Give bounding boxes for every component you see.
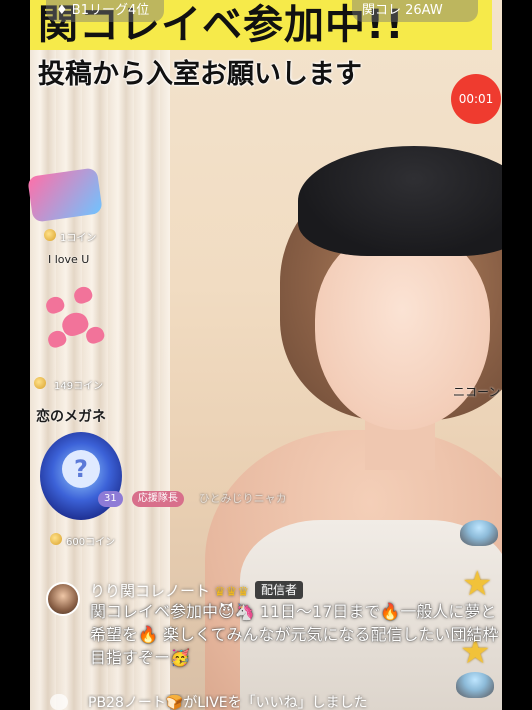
heart-icon	[50, 694, 68, 710]
coin-icon	[44, 229, 56, 241]
question-icon: ?	[62, 450, 100, 488]
star-icon: ★	[462, 564, 493, 604]
like-notification: PB28ノート🍞がLIVEを「いいね」しました	[50, 694, 490, 710]
coin-icon	[50, 533, 62, 545]
viewer-row: 31 応援隊長 ひとみじりニャカ	[98, 491, 297, 507]
crown-icon: ♛♛♛	[214, 585, 249, 600]
host-badge: 配信者	[254, 581, 303, 599]
comment-text: 関コレイベ参加中😈🦄 11日〜17日まで🔥一般人に夢と希望を🔥 楽しくてみんなが…	[90, 602, 499, 667]
event-label: 関コレ 26AW	[362, 3, 443, 18]
hearts-gift-icon	[40, 284, 114, 357]
gift-price-1: 1コイン	[60, 233, 97, 244]
avatar[interactable]	[46, 582, 80, 616]
guard-badge: 応援隊長	[131, 491, 184, 507]
stream-timer[interactable]: 00:01	[451, 74, 501, 124]
comment-author[interactable]: りり関コレノート	[90, 582, 210, 600]
diamond-icon: ♦	[56, 3, 68, 18]
gift-price-3: 600コイン	[66, 537, 116, 548]
rank-pill[interactable]: ♦ B1リーグ4位	[46, 0, 164, 22]
level-badge: 31	[98, 491, 123, 507]
entry-banner: 投稿から入室お願いします	[38, 59, 362, 90]
gift-price-2: 149コイン	[54, 381, 104, 392]
comment-author-line: りり関コレノート ♛♛♛ 配信者	[90, 580, 303, 601]
right-tag-label: ニコーン	[453, 385, 501, 399]
like-text: PB28ノート🍞がLIVEを「いいね」しました	[88, 695, 368, 710]
streamer-cap	[298, 146, 502, 256]
event-pill[interactable]: 関コレ 26AW	[352, 0, 478, 22]
gift-title-iloveu: I love U	[48, 253, 90, 266]
coin-icon	[34, 377, 46, 389]
ufo-icon	[460, 520, 498, 546]
viewer-username[interactable]: ひとみじりニャカ	[193, 491, 293, 507]
rank-label: B1リーグ4位	[71, 3, 150, 18]
gift-title-glasses: 恋のメガネ	[36, 409, 106, 425]
streamer-face	[315, 230, 490, 430]
camera-gift-icon	[27, 167, 103, 223]
